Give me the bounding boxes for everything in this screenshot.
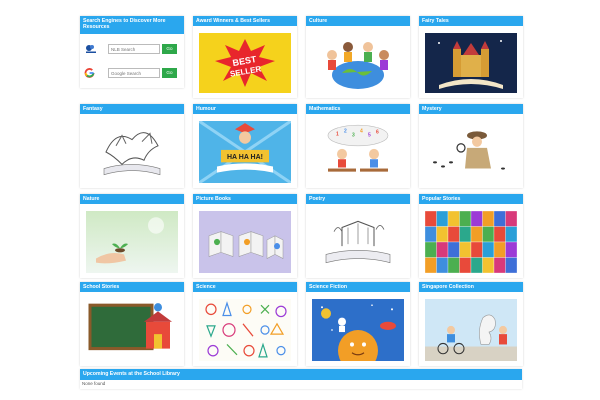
category-title: Science xyxy=(193,282,297,292)
upcoming-events-title: Upcoming Events at the School Library xyxy=(80,369,522,380)
popular-stories-image xyxy=(425,211,517,273)
category-title: Poetry xyxy=(306,194,410,204)
category-card-popular-stories[interactable]: Popular Stories xyxy=(419,194,523,278)
fantasy-image xyxy=(86,121,178,183)
svg-text:4: 4 xyxy=(360,128,363,134)
svg-text:5: 5 xyxy=(368,132,371,138)
nlb-go-button[interactable]: Go xyxy=(162,44,177,54)
svg-text:6: 6 xyxy=(376,129,379,135)
category-card-picture-books[interactable]: Picture Books xyxy=(193,194,297,278)
category-card-mathematics[interactable]: Mathematics 123 456 xyxy=(306,104,410,188)
humour-image: HA HA HA! xyxy=(199,121,291,183)
category-title: Mystery xyxy=(419,104,523,114)
google-go-button[interactable]: Go xyxy=(162,68,177,78)
category-title: Award Winners & Best Sellers xyxy=(193,16,297,26)
category-title: Mathematics xyxy=(306,104,410,114)
category-card-poetry[interactable]: Poetry xyxy=(306,194,410,278)
upcoming-events-panel: Upcoming Events at the School Library No… xyxy=(80,369,522,389)
picture-books-image xyxy=(199,211,291,273)
category-card-mystery[interactable]: Mystery xyxy=(419,104,523,188)
category-title: Popular Stories xyxy=(419,194,523,204)
category-title: Singapore Collection xyxy=(419,282,523,292)
svg-text:1: 1 xyxy=(336,131,339,137)
category-title: Science Fiction xyxy=(306,282,410,292)
upcoming-events-status: None found xyxy=(82,381,106,386)
category-card-science[interactable]: Science xyxy=(193,282,297,366)
singapore-collection-image xyxy=(425,299,517,361)
category-title: Picture Books xyxy=(193,194,297,204)
category-title: Culture xyxy=(306,16,410,26)
category-title: Fantasy xyxy=(80,104,184,114)
nlb-search-row: Go xyxy=(80,42,184,56)
best-seller-image: BEST SELLER xyxy=(199,33,291,93)
category-card-science-fiction[interactable]: Science Fiction xyxy=(306,282,410,366)
nature-image xyxy=(86,211,178,273)
category-card-humour[interactable]: Humour HA HA HA! xyxy=(193,104,297,188)
poetry-image xyxy=(312,211,404,273)
search-engines-card: Search Engines to Discover More Resource… xyxy=(80,16,184,88)
category-card-nature[interactable]: Nature xyxy=(80,194,184,278)
category-card-culture[interactable]: Culture xyxy=(306,16,410,98)
science-fiction-image xyxy=(312,299,404,361)
category-title: Fairy Tales xyxy=(419,16,523,26)
nlb-logo-icon xyxy=(86,45,96,53)
google-logo-icon xyxy=(84,68,95,78)
mystery-image xyxy=(425,121,517,183)
google-search-row: Go xyxy=(80,66,184,80)
category-card-singapore-collection[interactable]: Singapore Collection xyxy=(419,282,523,366)
svg-text:2: 2 xyxy=(344,128,347,134)
category-card-fantasy[interactable]: Fantasy xyxy=(80,104,184,188)
category-title: Humour xyxy=(193,104,297,114)
culture-image xyxy=(312,33,404,93)
category-title: Nature xyxy=(80,194,184,204)
category-card-school-stories[interactable]: School Stories xyxy=(80,282,184,366)
google-search-input[interactable] xyxy=(108,68,160,78)
category-card-award-winners[interactable]: Award Winners & Best Sellers BEST SELLER xyxy=(193,16,297,98)
fairy-tales-image xyxy=(425,33,517,93)
search-card-title: Search Engines to Discover More Resource… xyxy=(80,16,184,34)
nlb-search-input[interactable] xyxy=(108,44,160,54)
category-card-fairy-tales[interactable]: Fairy Tales xyxy=(419,16,523,98)
school-stories-image xyxy=(86,299,178,361)
svg-text:HA HA HA!: HA HA HA! xyxy=(227,153,263,161)
mathematics-image: 123 456 xyxy=(312,121,404,183)
category-title: School Stories xyxy=(80,282,184,292)
svg-text:3: 3 xyxy=(352,132,355,138)
science-image xyxy=(199,299,291,361)
